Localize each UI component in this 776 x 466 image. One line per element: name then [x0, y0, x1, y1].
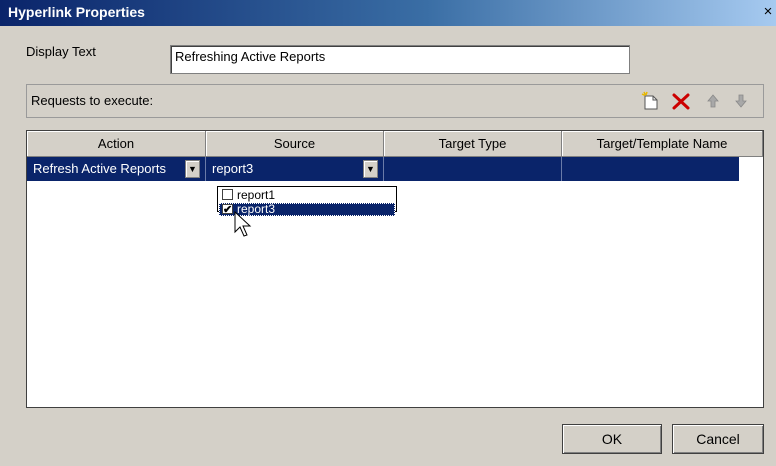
ok-button[interactable]: OK: [562, 424, 662, 454]
source-dropdown-list[interactable]: report1 ✔ report3: [217, 186, 397, 216]
requests-toolbar: Requests to execute:: [26, 84, 764, 118]
source-dropdown-button[interactable]: ▼: [363, 160, 378, 178]
requests-grid[interactable]: Action Source Target Type Target/Templat…: [26, 130, 764, 408]
report1-checkbox[interactable]: [222, 189, 233, 200]
window-title: Hyperlink Properties: [8, 4, 145, 20]
column-header-source[interactable]: Source: [206, 131, 384, 157]
column-header-target-type[interactable]: Target Type: [384, 131, 562, 157]
report1-label: report1: [237, 188, 276, 202]
close-icon[interactable]: ×: [760, 2, 776, 22]
new-request-icon[interactable]: [641, 91, 661, 111]
column-header-target-name[interactable]: Target/Template Name: [562, 131, 763, 157]
action-value: Refresh Active Reports: [33, 161, 166, 176]
display-text-input[interactable]: Refreshing Active Reports: [170, 45, 630, 74]
action-cell[interactable]: Refresh Active Reports: [27, 157, 206, 181]
mouse-cursor-icon: [233, 210, 255, 240]
table-row[interactable]: Refresh Active Reports ▼ report3 ▼: [27, 157, 739, 181]
source-value: report3: [212, 161, 254, 176]
cancel-button[interactable]: Cancel: [672, 424, 764, 454]
column-header-action[interactable]: Action: [27, 131, 206, 157]
requests-label: Requests to execute:: [31, 93, 154, 108]
title-bar[interactable]: Hyperlink Properties ×: [0, 0, 776, 26]
move-down-icon[interactable]: [731, 91, 751, 111]
display-text-label: Display Text: [26, 44, 96, 59]
source-cell[interactable]: report3: [206, 157, 384, 181]
report3-checkbox[interactable]: ✔: [222, 204, 233, 216]
list-item[interactable]: report1: [219, 188, 395, 203]
target-name-cell[interactable]: [562, 157, 739, 181]
display-text-value: Refreshing Active Reports: [175, 49, 326, 64]
target-type-cell[interactable]: [384, 157, 562, 181]
action-dropdown-button[interactable]: ▼: [185, 160, 200, 178]
delete-icon[interactable]: [671, 91, 691, 111]
move-up-icon[interactable]: [703, 91, 723, 111]
